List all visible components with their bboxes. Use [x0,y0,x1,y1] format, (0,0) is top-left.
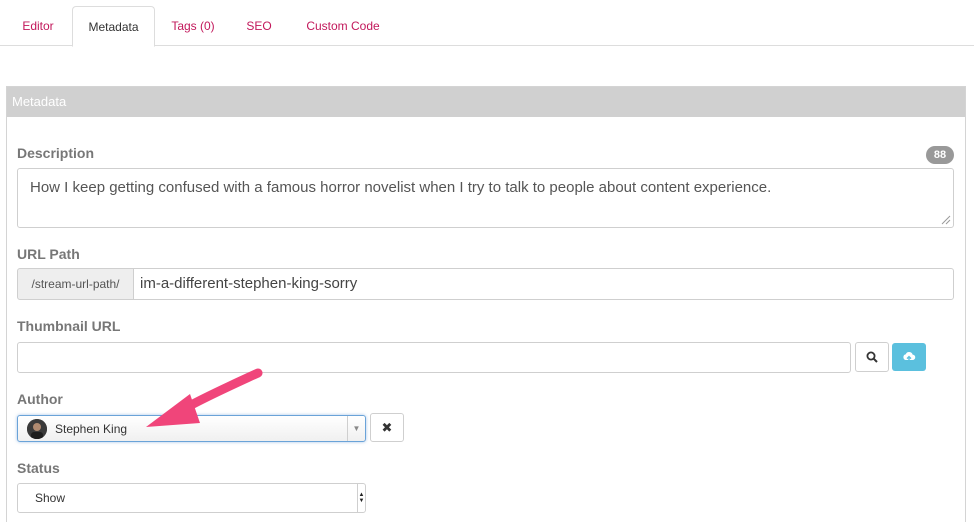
tab-seo[interactable]: SEO [234,8,284,46]
tab-editor[interactable]: Editor [6,8,70,46]
cloud-upload-icon [903,351,916,362]
author-label: Author [17,391,63,407]
thumbnail-url-input[interactable] [17,342,851,373]
panel-title: Metadata [7,87,965,117]
clear-author-button[interactable]: ✖ [370,413,404,442]
status-select[interactable]: Show ▲ ▼ [17,483,366,513]
thumbnail-url-label: Thumbnail URL [17,318,121,334]
metadata-panel: Metadata [6,86,966,522]
author-avatar [27,419,47,439]
author-selected-value: Stephen King [55,422,128,436]
url-path-input[interactable]: im-a-different-stephen-king-sorry [133,268,954,300]
resize-grip-icon[interactable] [941,215,951,225]
search-icon [866,351,878,363]
status-selected-value: Show [35,491,66,505]
tab-bar: Editor Metadata Tags (0) SEO Custom Code [0,0,974,47]
author-select[interactable]: Stephen King ▼ [17,415,366,442]
search-button[interactable] [855,342,889,372]
character-count-badge: 88 [926,146,954,164]
url-prefix-addon: /stream-url-path/ [17,268,134,300]
tab-custom-code[interactable]: Custom Code [292,8,394,46]
status-label: Status [17,460,60,476]
tab-tags[interactable]: Tags (0) [160,8,226,46]
tab-metadata[interactable]: Metadata [72,6,155,47]
description-text: How I keep getting confused with a famou… [30,179,772,196]
url-path-label: URL Path [17,246,80,262]
upload-button[interactable] [892,343,926,371]
description-label: Description [17,145,95,161]
description-textarea[interactable]: How I keep getting confused with a famou… [17,168,954,228]
close-icon: ✖ [381,419,393,435]
select-arrows-icon[interactable]: ▲ ▼ [357,484,365,512]
chevron-down-icon[interactable]: ▼ [347,416,365,441]
